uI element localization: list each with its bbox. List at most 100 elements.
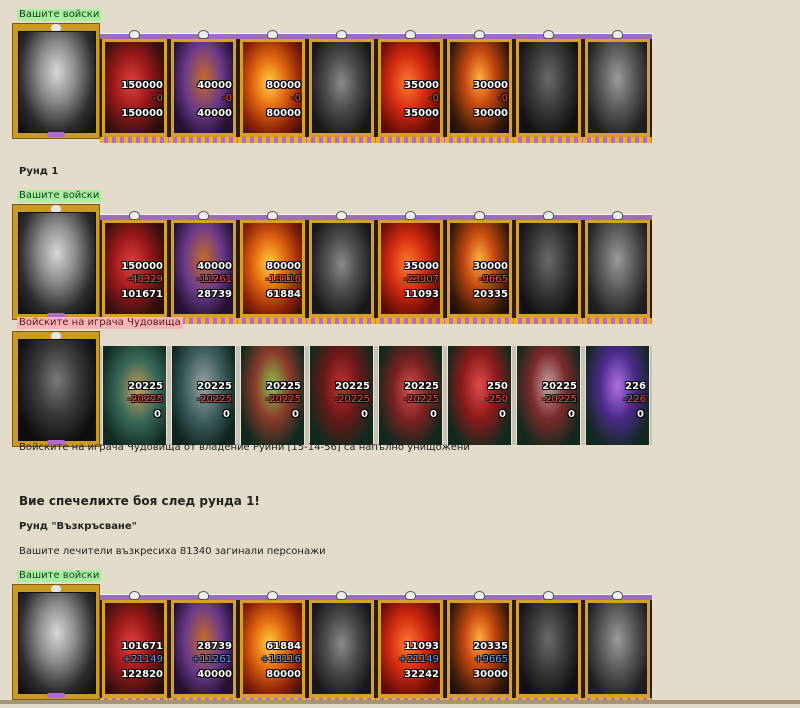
unit-count-mid: -0 [153, 93, 163, 104]
unit-slot[interactable]: 30000 -9665 20335 [445, 211, 514, 324]
unit-slot[interactable] [307, 30, 376, 143]
unit-slot[interactable]: 20225 -20225 0 [307, 346, 376, 445]
unit-count-mid: -23907 [403, 274, 439, 285]
army-label: Вашите войски [17, 190, 102, 202]
unit-slot[interactable] [307, 211, 376, 324]
skull-icon [612, 30, 623, 39]
unit-count-top: 80000 [266, 261, 301, 272]
army-label: Вашите войски [17, 9, 102, 21]
unit-portrait [519, 603, 578, 694]
unit-count-mid: -11261 [196, 274, 232, 285]
unit-portrait [519, 223, 578, 314]
unit-slot[interactable]: 20225 -20225 0 [100, 346, 169, 445]
unit-portrait [312, 223, 371, 314]
unit-slot[interactable]: 150000 -48329 101671 [100, 211, 169, 324]
frame-bottom [583, 318, 652, 324]
unit-count-mid: -20225 [334, 394, 370, 405]
skull-icon [198, 591, 209, 600]
skull-icon [405, 591, 416, 600]
frame-bottom [307, 137, 376, 143]
unit-count-top: 35000 [404, 80, 439, 91]
unit-slot[interactable]: 20225 -20225 0 [514, 346, 583, 445]
unit-count-bot: 0 [361, 409, 368, 420]
unit-slot[interactable]: 226 -226 0 [583, 346, 652, 445]
unit-slot[interactable]: 150000 -0 150000 [100, 30, 169, 143]
skull-icon [543, 30, 554, 39]
army-row-round1-enemy: 20225 -20225 0 20225 -20225 0 20225 -20225 0 2022… [12, 331, 658, 455]
unit-count-bot: 122820 [121, 669, 163, 680]
unit-count-bot: 20335 [473, 289, 508, 300]
skull-icon [51, 332, 61, 339]
unit-slot[interactable]: 40000 -11261 28739 [169, 211, 238, 324]
unit-slot[interactable] [583, 30, 652, 143]
demon-mask-icon [18, 31, 96, 133]
skull-icon [612, 591, 623, 600]
skull-icon [267, 30, 278, 39]
unit-count-top: 35000 [404, 261, 439, 272]
resurrect-title: Рунд "Възкръсване" [19, 521, 137, 532]
skull-icon [405, 30, 416, 39]
frame-bottom [100, 137, 169, 143]
unit-count-bot: 0 [223, 409, 230, 420]
unit-count-mid: -20225 [541, 394, 577, 405]
unit-count-mid: -250 [485, 394, 508, 405]
skull-icon [129, 30, 140, 39]
skull-icon [336, 30, 347, 39]
unit-portrait [519, 42, 578, 133]
unit-count-bot: 40000 [197, 108, 232, 119]
unit-count-top: 28739 [197, 641, 232, 652]
skull-icon [405, 211, 416, 220]
unit-slot[interactable] [307, 591, 376, 704]
unit-portrait [588, 42, 647, 133]
unit-slot[interactable]: 28739 +11261 40000 [169, 591, 238, 704]
unit-slot[interactable]: 250 -250 0 [445, 346, 514, 445]
skull-icon [267, 211, 278, 220]
unit-count-bot: 30000 [473, 108, 508, 119]
unit-slot[interactable]: 61884 +18116 80000 [238, 591, 307, 704]
unit-slot[interactable]: 101671 +21149 122820 [100, 591, 169, 704]
unit-count-top: 61884 [266, 641, 301, 652]
skull-icon [474, 211, 485, 220]
frame-bottom [376, 137, 445, 143]
frame-bottom [445, 318, 514, 324]
resurrect-message: Вашите лечители възкресиха 81340 загинал… [19, 546, 326, 557]
unit-slot[interactable] [514, 211, 583, 324]
unit-count-bot: 150000 [121, 108, 163, 119]
skull-icon [612, 211, 623, 220]
unit-count-top: 20225 [404, 381, 439, 392]
unit-slot[interactable]: 20225 -20225 0 [376, 346, 445, 445]
unit-slot[interactable] [583, 591, 652, 704]
bottom-divider [0, 700, 800, 704]
unit-count-bot: 101671 [121, 289, 163, 300]
frame-bottom [238, 318, 307, 324]
unit-count-bot: 0 [292, 409, 299, 420]
unit-count-mid: +21149 [122, 654, 163, 665]
unit-count-bot: 0 [499, 409, 506, 420]
unit-slot[interactable] [514, 30, 583, 143]
unit-count-top: 20225 [266, 381, 301, 392]
unit-slot[interactable]: 80000 -18116 61884 [238, 211, 307, 324]
skull-icon [474, 30, 485, 39]
unit-slot[interactable] [583, 211, 652, 324]
unit-count-top: 80000 [266, 80, 301, 91]
unit-count-mid: -20225 [403, 394, 439, 405]
unit-slot[interactable]: 40000 -0 40000 [169, 30, 238, 143]
unit-slot[interactable]: 30000 -0 30000 [445, 30, 514, 143]
army-label: Вашите войски [17, 570, 102, 582]
unit-slot[interactable]: 35000 -23907 11093 [376, 211, 445, 324]
unit-slot[interactable]: 80000 -0 80000 [238, 30, 307, 143]
frame-bottom [238, 137, 307, 143]
unit-slot[interactable]: 35000 -0 35000 [376, 30, 445, 143]
victory-message: Вие спечелихте боя след рунда 1! [19, 494, 260, 508]
unit-count-bot: 0 [568, 409, 575, 420]
skull-icon [336, 591, 347, 600]
unit-slot[interactable] [514, 591, 583, 704]
enemy-army-label: Войските на играча Чудовища [17, 317, 183, 329]
unit-count-bot: 0 [637, 409, 644, 420]
unit-slot[interactable]: 20335 +9665 30000 [445, 591, 514, 704]
frame-bottom [307, 318, 376, 324]
unit-slot[interactable]: 20225 -20225 0 [238, 346, 307, 445]
unit-slot[interactable]: 20225 -20225 0 [169, 346, 238, 445]
unit-slot[interactable]: 11093 +21149 32242 [376, 591, 445, 704]
unit-count-top: 101671 [121, 641, 163, 652]
